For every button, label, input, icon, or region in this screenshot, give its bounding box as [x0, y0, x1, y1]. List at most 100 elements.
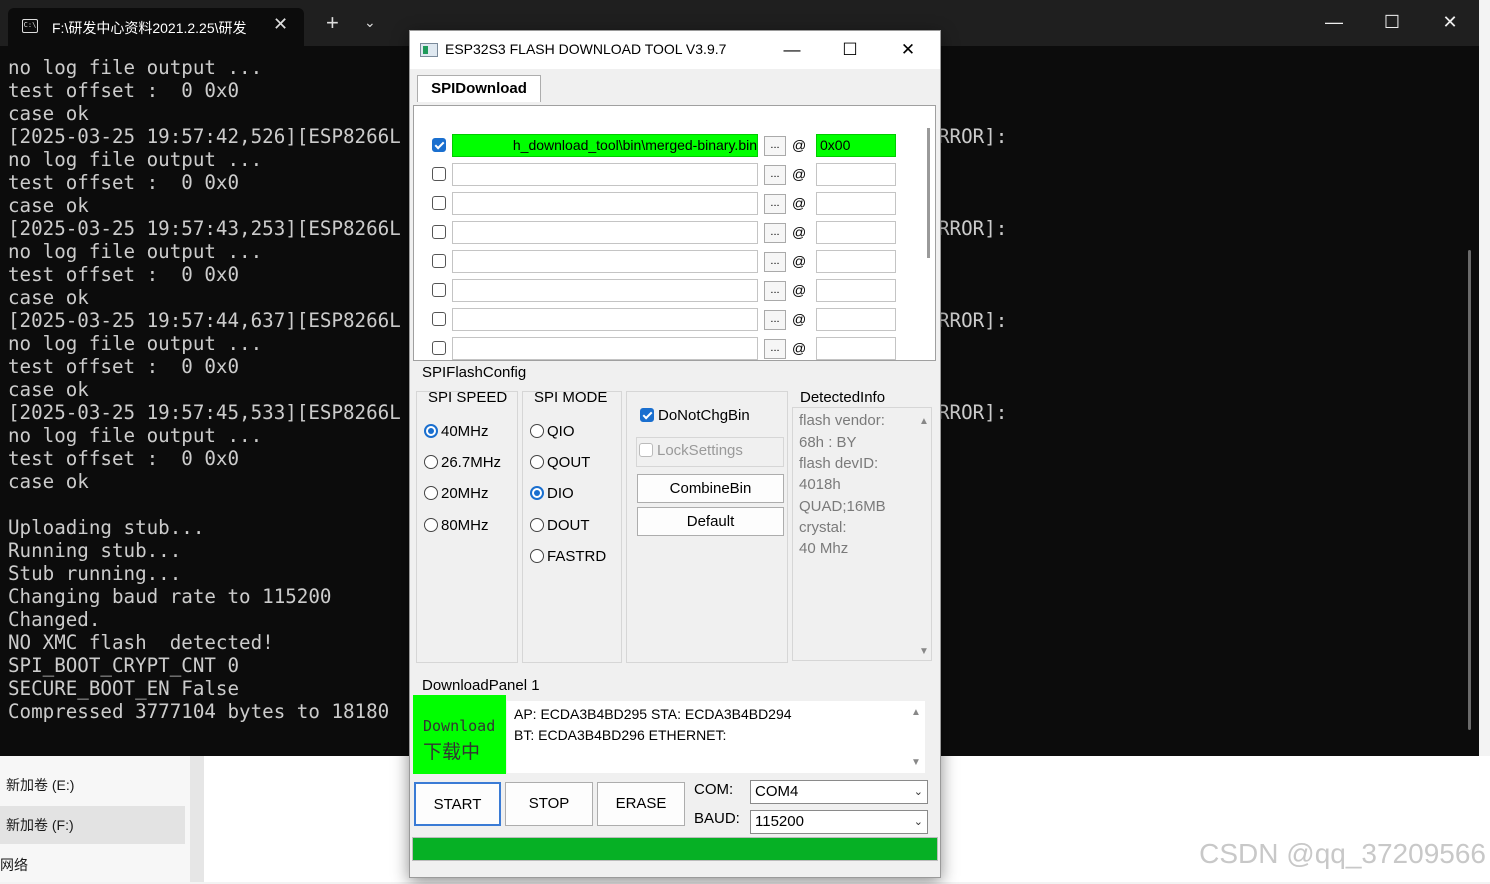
radio-icon: [530, 424, 544, 438]
flash-address-input[interactable]: [816, 308, 896, 331]
new-tab-button[interactable]: +: [326, 10, 339, 36]
mac-ap-sta-line: AP: ECDA3B4BD295 STA: ECDA3B4BD294: [514, 706, 792, 722]
browse-button[interactable]: ...: [764, 252, 786, 272]
maximize-button[interactable]: ☐: [830, 37, 870, 63]
file-path-input[interactable]: [452, 308, 758, 331]
radio-label: FASTRD: [547, 548, 607, 565]
nav-item-drive-f[interactable]: 新加卷 (F:): [0, 806, 185, 844]
flash-address-input[interactable]: [816, 192, 896, 215]
com-port-value: COM4: [755, 783, 799, 800]
file-enable-checkbox[interactable]: [432, 254, 446, 268]
terminal-icon: C:\: [22, 19, 38, 33]
file-path-input[interactable]: [452, 337, 758, 360]
lock-settings-checkbox[interactable]: LockSettings: [636, 437, 784, 467]
mode-dout-radio[interactable]: DOUT: [530, 517, 590, 534]
detected-info-line: 68h : BY: [799, 434, 857, 451]
tab-dropdown-icon[interactable]: ⌄: [364, 14, 376, 31]
flash-address-input[interactable]: [816, 221, 896, 244]
file-path-input[interactable]: [452, 279, 758, 302]
at-sign: @: [792, 253, 807, 269]
flash-address-input[interactable]: [816, 250, 896, 273]
tab-spidownload[interactable]: SPIDownload: [417, 75, 541, 102]
terminal-output-fragment: RROR]:: [938, 125, 1008, 148]
browse-button[interactable]: ...: [764, 223, 786, 243]
at-sign: @: [792, 137, 807, 153]
mode-qio-radio[interactable]: QIO: [530, 423, 575, 440]
download-status-cn: 下载中: [423, 742, 481, 763]
stop-button[interactable]: STOP: [505, 782, 593, 826]
terminal-output: no log file output ... test offset : 0 0…: [8, 56, 401, 723]
file-list-scrollbar[interactable]: [927, 128, 930, 258]
default-button[interactable]: Default: [637, 507, 784, 536]
scroll-down-icon[interactable]: ▼: [911, 757, 921, 768]
file-row: ... @: [414, 162, 914, 188]
file-list: h_download_tool\bin\merged-binary.bin...…: [413, 105, 936, 361]
maximize-button[interactable]: ☐: [1369, 8, 1415, 36]
file-path-input[interactable]: [452, 250, 758, 273]
file-row: ... @: [414, 278, 914, 304]
radio-label: QIO: [547, 423, 575, 440]
file-enable-checkbox[interactable]: [432, 341, 446, 355]
erase-button[interactable]: ERASE: [597, 782, 685, 826]
start-button[interactable]: START: [414, 782, 501, 826]
browse-button[interactable]: ...: [764, 281, 786, 301]
spi-flash-config-label: SPIFlashConfig: [422, 364, 527, 381]
file-enable-checkbox[interactable]: [432, 196, 446, 210]
scroll-down-icon[interactable]: ▼: [919, 646, 929, 657]
file-path-input[interactable]: [452, 192, 758, 215]
file-row: ... @: [414, 220, 914, 246]
browse-button[interactable]: ...: [764, 194, 786, 214]
minimize-button[interactable]: —: [1311, 8, 1357, 36]
file-path-input[interactable]: [452, 163, 758, 186]
file-enable-checkbox[interactable]: [432, 138, 446, 152]
browse-button[interactable]: ...: [764, 136, 786, 156]
terminal-output-fragment: RROR]:: [938, 401, 1008, 424]
flash-address-input[interactable]: [816, 337, 896, 360]
flash-address-input[interactable]: [816, 163, 896, 186]
close-tab-icon[interactable]: ✕: [273, 14, 288, 35]
baud-rate-select[interactable]: 115200 ⌄: [750, 810, 928, 834]
close-window-button[interactable]: ✕: [1427, 8, 1473, 36]
flash-tool-titlebar: ESP32S3 FLASH DOWNLOAD TOOL V3.9.7 — ☐ ✕: [410, 31, 940, 69]
radio-label: 40MHz: [441, 423, 489, 440]
com-port-select[interactable]: COM4 ⌄: [750, 780, 928, 804]
terminal-scrollbar[interactable]: [1468, 250, 1471, 730]
scroll-up-icon[interactable]: ▲: [911, 707, 921, 718]
radio-label: 26.7MHz: [441, 454, 502, 471]
browse-button[interactable]: ...: [764, 339, 786, 359]
watermark: CSDN @qq_37209566: [1199, 838, 1486, 869]
combine-bin-button[interactable]: CombineBin: [637, 474, 784, 503]
file-enable-checkbox[interactable]: [432, 312, 446, 326]
flash-address-input[interactable]: 0x00: [816, 134, 896, 157]
flash-address-input[interactable]: [816, 279, 896, 302]
file-enable-checkbox[interactable]: [432, 167, 446, 181]
mode-qout-radio[interactable]: QOUT: [530, 454, 590, 471]
speed-40mhz-radio[interactable]: 40MHz: [424, 423, 489, 440]
download-progress-bar: [412, 837, 938, 861]
file-row: ... @: [414, 336, 914, 360]
radio-label: 80MHz: [441, 517, 489, 534]
file-path-input[interactable]: [452, 221, 758, 244]
chevron-down-icon: ⌄: [913, 816, 923, 828]
speed-80mhz-radio[interactable]: 80MHz: [424, 517, 489, 534]
mode-dio-radio[interactable]: DIO: [530, 485, 574, 502]
nav-item-network[interactable]: 网络: [0, 846, 185, 884]
file-enable-checkbox[interactable]: [432, 225, 446, 239]
radio-label: DOUT: [547, 517, 590, 534]
file-path-input[interactable]: h_download_tool\bin\merged-binary.bin: [452, 134, 758, 157]
close-button[interactable]: ✕: [888, 37, 928, 63]
file-enable-checkbox[interactable]: [432, 283, 446, 297]
do-not-chg-bin-checkbox[interactable]: DoNotChgBin: [640, 407, 750, 424]
minimize-button[interactable]: —: [772, 37, 812, 63]
speed-20mhz-radio[interactable]: 20MHz: [424, 485, 489, 502]
flash-tool-window: ESP32S3 FLASH DOWNLOAD TOOL V3.9.7 — ☐ ✕…: [409, 30, 941, 878]
browse-button[interactable]: ...: [764, 165, 786, 185]
speed-26-7mhz-radio[interactable]: 26.7MHz: [424, 454, 501, 471]
mode-fastrd-radio[interactable]: FASTRD: [530, 548, 606, 565]
terminal-tab[interactable]: C:\ F:\研发中心资料2021.2.25\研发 ✕: [8, 8, 304, 46]
radio-icon: [530, 455, 544, 469]
scroll-up-icon[interactable]: ▲: [919, 416, 929, 427]
window-title: ESP32S3 FLASH DOWNLOAD TOOL V3.9.7: [445, 41, 727, 57]
nav-item-drive-e[interactable]: 新加卷 (E:): [0, 766, 185, 804]
browse-button[interactable]: ...: [764, 310, 786, 330]
